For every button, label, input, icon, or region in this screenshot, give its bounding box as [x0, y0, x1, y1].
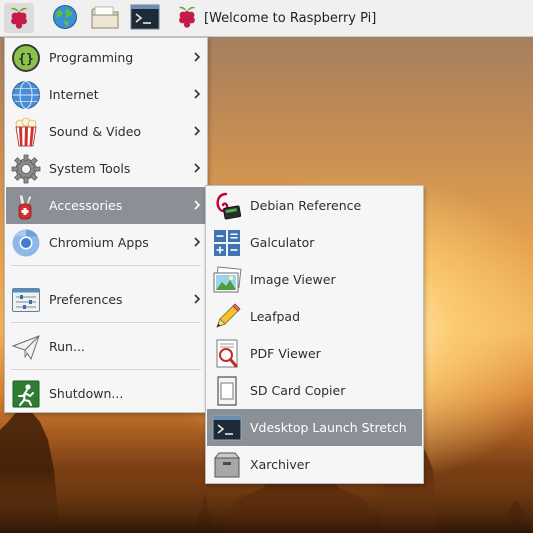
menu-item-label: Xarchiver [250, 457, 310, 472]
menu-item-label: Shutdown... [49, 386, 124, 401]
menu-item-galculator[interactable]: Galculator [207, 224, 422, 261]
menu-item-internet[interactable]: Internet [6, 76, 206, 113]
menu-item-label: Vdesktop Launch Stretch [250, 420, 407, 435]
popcorn-icon [10, 116, 42, 148]
menu-item-label: Leafpad [250, 309, 301, 324]
menu-item-sound-video[interactable]: Sound & Video [6, 113, 206, 150]
menu-item-leafpad[interactable]: Leafpad [207, 298, 422, 335]
menu-item-label: Internet [49, 87, 99, 102]
menu-separator [11, 369, 201, 370]
menu-item-label: Preferences [49, 292, 123, 307]
menu-separator [11, 265, 201, 266]
chevron-right-icon [194, 237, 201, 247]
terminal-icon [130, 4, 160, 33]
code-braces-icon: {} [10, 42, 42, 74]
archive-icon [211, 449, 243, 481]
menu-item-label: Galculator [250, 235, 315, 250]
image-icon [211, 264, 243, 296]
raspberry-icon [8, 5, 30, 32]
paper-plane-icon [10, 331, 42, 363]
web-browser-launcher[interactable] [50, 3, 80, 33]
menu-item-label: Programming [49, 50, 134, 65]
applications-menu: {} Programming Internet Sound & Video Sy… [4, 37, 208, 413]
chevron-right-icon [194, 52, 201, 62]
menu-item-accessories[interactable]: Accessories [6, 187, 206, 224]
pdf-magnifier-icon [211, 338, 243, 370]
terminal-icon [211, 412, 243, 444]
menu-item-label: System Tools [49, 161, 131, 176]
menu-item-vdesktop-launch-stretch[interactable]: Vdesktop Launch Stretch [207, 409, 422, 446]
swiss-knife-icon [10, 190, 42, 222]
preferences-icon [10, 284, 42, 316]
menu-item-label: Run... [49, 339, 85, 354]
pencil-icon [211, 301, 243, 333]
menu-item-chromium-apps[interactable]: Chromium Apps [6, 224, 206, 261]
menu-item-label: Chromium Apps [49, 235, 149, 250]
chevron-right-icon [194, 200, 201, 210]
menu-item-system-tools[interactable]: System Tools [6, 150, 206, 187]
debian-icon [211, 190, 243, 222]
calculator-icon [211, 227, 243, 259]
menu-item-shutdown[interactable]: Shutdown... [6, 375, 206, 412]
accessories-submenu: Debian Reference Galculator Image Viewer… [205, 185, 424, 484]
raspberry-icon [176, 4, 198, 32]
menu-item-label: SD Card Copier [250, 383, 346, 398]
menu-item-preferences[interactable]: Preferences [6, 281, 206, 318]
chevron-right-icon [194, 294, 201, 304]
menu-item-debian-reference[interactable]: Debian Reference [207, 187, 422, 224]
menu-item-label: PDF Viewer [250, 346, 321, 361]
svg-text:{}: {} [18, 52, 34, 67]
window-title: [Welcome to Raspberry Pi] [204, 10, 377, 26]
menu-item-label: Image Viewer [250, 272, 336, 287]
chevron-right-icon [194, 89, 201, 99]
menu-item-label: Sound & Video [49, 124, 142, 139]
menu-item-programming[interactable]: {} Programming [6, 39, 206, 76]
menu-item-sd-card-copier[interactable]: SD Card Copier [207, 372, 422, 409]
globe-icon [52, 4, 78, 33]
menu-item-pdf-viewer[interactable]: PDF Viewer [207, 335, 422, 372]
applications-menu-button[interactable] [4, 3, 34, 33]
menu-separator [11, 322, 201, 323]
taskbar: [Welcome to Raspberry Pi] [0, 0, 533, 37]
gear-icon [10, 153, 42, 185]
sd-card-icon [211, 375, 243, 407]
menu-item-image-viewer[interactable]: Image Viewer [207, 261, 422, 298]
file-manager-launcher[interactable] [90, 3, 120, 33]
exit-icon [10, 378, 42, 410]
chevron-right-icon [194, 163, 201, 173]
menu-item-run[interactable]: Run... [6, 328, 206, 365]
menu-item-xarchiver[interactable]: Xarchiver [207, 446, 422, 483]
terminal-launcher[interactable] [130, 3, 160, 33]
chromium-icon [10, 227, 42, 259]
globe-icon [10, 79, 42, 111]
menu-item-label: Debian Reference [250, 198, 362, 213]
menu-item-label: Accessories [49, 198, 123, 213]
folder-icon [90, 4, 120, 33]
taskbar-window-button[interactable]: [Welcome to Raspberry Pi] [176, 3, 376, 33]
chevron-right-icon [194, 126, 201, 136]
